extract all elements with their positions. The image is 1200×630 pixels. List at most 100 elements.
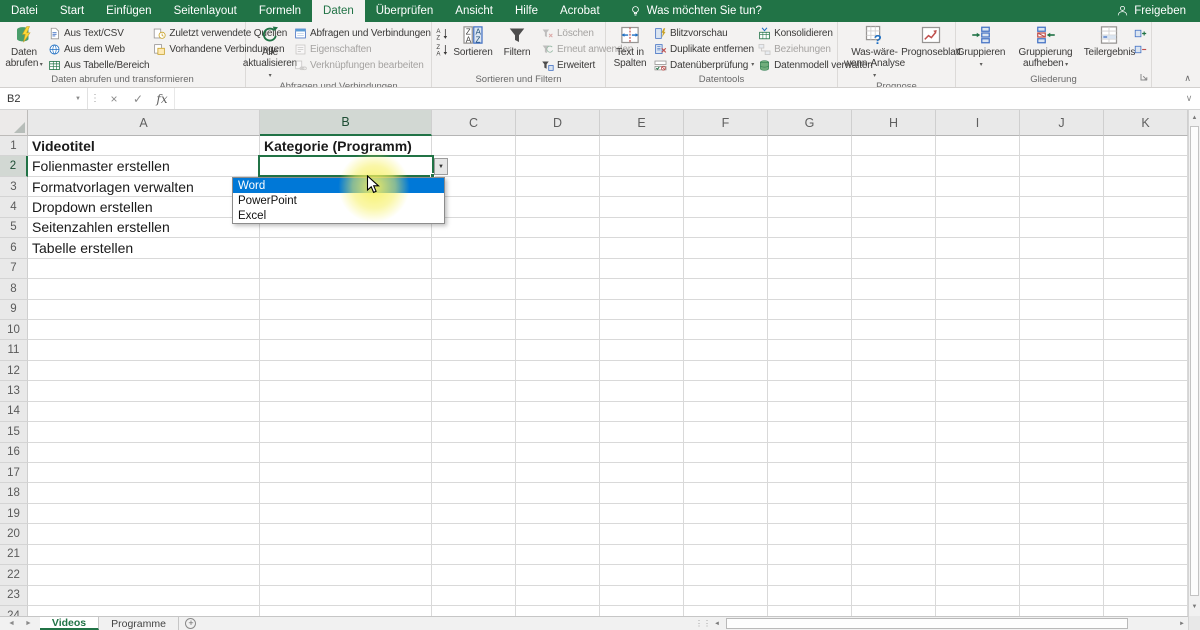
column-header-A[interactable]: A	[28, 110, 260, 136]
scroll-down-icon[interactable]: ▼	[1189, 600, 1200, 614]
ribbon-button-subtotal[interactable]: Teilergebnis	[1084, 23, 1135, 58]
cell-H2[interactable]	[852, 156, 936, 177]
cell-B23[interactable]	[260, 585, 432, 607]
cell-K19[interactable]	[1104, 503, 1188, 525]
cell-D15[interactable]	[516, 422, 600, 443]
cell-B10[interactable]	[260, 319, 432, 341]
cell-E7[interactable]	[600, 258, 684, 280]
sheet-nav-right-icon[interactable]: ►	[25, 620, 32, 627]
cell-K8[interactable]	[1104, 279, 1188, 300]
cell-E1[interactable]	[600, 136, 684, 157]
cell-I5[interactable]	[936, 217, 1020, 239]
row-header-13[interactable]: 13	[0, 381, 28, 402]
cell-C18[interactable]	[432, 483, 516, 504]
cell-H16[interactable]	[852, 442, 936, 463]
row-header-22[interactable]: 22	[0, 565, 28, 586]
expand-formula-bar-icon[interactable]: ∨	[1178, 88, 1200, 109]
ribbon-button-from-text-csv[interactable]: Aus Text/CSV	[46, 25, 151, 41]
name-box[interactable]: B2 ▼	[0, 88, 88, 109]
ribbon-button-hide-detail[interactable]	[1132, 41, 1149, 57]
cell-E19[interactable]	[600, 503, 684, 525]
cell-K23[interactable]	[1104, 585, 1188, 607]
row-header-3[interactable]: 3	[0, 176, 28, 198]
row-header-17[interactable]: 17	[0, 463, 28, 484]
cell-I1[interactable]	[936, 136, 1020, 157]
cell-C10[interactable]	[432, 319, 516, 341]
cell-A17[interactable]	[28, 463, 260, 484]
insert-function-icon[interactable]: fx	[150, 88, 174, 109]
cell-A21[interactable]	[28, 544, 260, 566]
chevron-down-icon[interactable]: ▼	[69, 96, 87, 102]
cell-I16[interactable]	[936, 442, 1020, 463]
cell-B11[interactable]	[260, 340, 432, 361]
cell-J12[interactable]	[1020, 360, 1104, 382]
cell-A11[interactable]	[28, 340, 260, 361]
cell-A19[interactable]	[28, 503, 260, 525]
cell-A14[interactable]	[28, 401, 260, 423]
cell-E12[interactable]	[600, 360, 684, 382]
cell-dropdown-button[interactable]: ▼	[434, 158, 448, 175]
cell-B22[interactable]	[260, 565, 432, 586]
ribbon-button-text-to-columns[interactable]: Text in Spalten	[608, 23, 652, 69]
formula-bar-splitter[interactable]: ⋮	[88, 88, 102, 109]
cell-K5[interactable]	[1104, 217, 1188, 239]
scroll-up-icon[interactable]: ▲	[1189, 110, 1200, 125]
sheet-tab-videos[interactable]: Videos	[39, 617, 100, 630]
cell-J16[interactable]	[1020, 442, 1104, 463]
ribbon-button-queries-connections[interactable]: Abfragen und Verbindungen	[292, 25, 433, 41]
cell-G1[interactable]	[768, 136, 852, 157]
vertical-scrollbar-thumb[interactable]	[1190, 126, 1199, 596]
add-sheet-button[interactable]: +	[179, 617, 203, 630]
cell-K13[interactable]	[1104, 381, 1188, 402]
cell-B24[interactable]	[260, 606, 432, 616]
cell-H8[interactable]	[852, 279, 936, 300]
column-header-B[interactable]: B	[260, 110, 432, 136]
cell-B15[interactable]	[260, 422, 432, 443]
cell-I4[interactable]	[936, 197, 1020, 218]
cell-K12[interactable]	[1104, 360, 1188, 382]
ribbon-button-sort-descending[interactable]: ZA	[434, 41, 451, 57]
row-header-24[interactable]: 24	[0, 606, 28, 616]
cell-D1[interactable]	[516, 136, 600, 157]
cell-A20[interactable]	[28, 524, 260, 545]
cell-H6[interactable]	[852, 238, 936, 259]
cell-A9[interactable]	[28, 299, 260, 320]
cell-E20[interactable]	[600, 524, 684, 545]
cell-K11[interactable]	[1104, 340, 1188, 361]
cell-J20[interactable]	[1020, 524, 1104, 545]
cell-G11[interactable]	[768, 340, 852, 361]
row-header-14[interactable]: 14	[0, 401, 28, 423]
row-header-23[interactable]: 23	[0, 585, 28, 607]
cell-I7[interactable]	[936, 258, 1020, 280]
ribbon-button-group[interactable]: Gruppieren ▾	[957, 23, 1005, 69]
cell-I15[interactable]	[936, 422, 1020, 443]
row-header-19[interactable]: 19	[0, 503, 28, 525]
cell-C22[interactable]	[432, 565, 516, 586]
cell-C19[interactable]	[432, 503, 516, 525]
ribbon-button-filter[interactable]: Filtern	[495, 23, 539, 58]
row-header-7[interactable]: 7	[0, 258, 28, 280]
column-header-C[interactable]: C	[432, 110, 516, 136]
cell-A23[interactable]	[28, 585, 260, 607]
cell-G17[interactable]	[768, 463, 852, 484]
cell-D8[interactable]	[516, 279, 600, 300]
cell-H14[interactable]	[852, 401, 936, 423]
cell-C12[interactable]	[432, 360, 516, 382]
row-header-16[interactable]: 16	[0, 442, 28, 463]
cell-G24[interactable]	[768, 606, 852, 616]
dialog-launcher-icon[interactable]	[1140, 72, 1148, 84]
row-header-15[interactable]: 15	[0, 422, 28, 443]
ribbon-button-from-table-range[interactable]: Aus Tabelle/Bereich	[46, 57, 151, 73]
cell-D7[interactable]	[516, 258, 600, 280]
cell-J10[interactable]	[1020, 319, 1104, 341]
cell-B7[interactable]	[260, 258, 432, 280]
cell-H15[interactable]	[852, 422, 936, 443]
cell-E5[interactable]	[600, 217, 684, 239]
cell-C16[interactable]	[432, 442, 516, 463]
row-header-8[interactable]: 8	[0, 279, 28, 300]
cell-B12[interactable]	[260, 360, 432, 382]
cell-A7[interactable]	[28, 258, 260, 280]
cell-J24[interactable]	[1020, 606, 1104, 616]
cell-D20[interactable]	[516, 524, 600, 545]
cell-C9[interactable]	[432, 299, 516, 320]
